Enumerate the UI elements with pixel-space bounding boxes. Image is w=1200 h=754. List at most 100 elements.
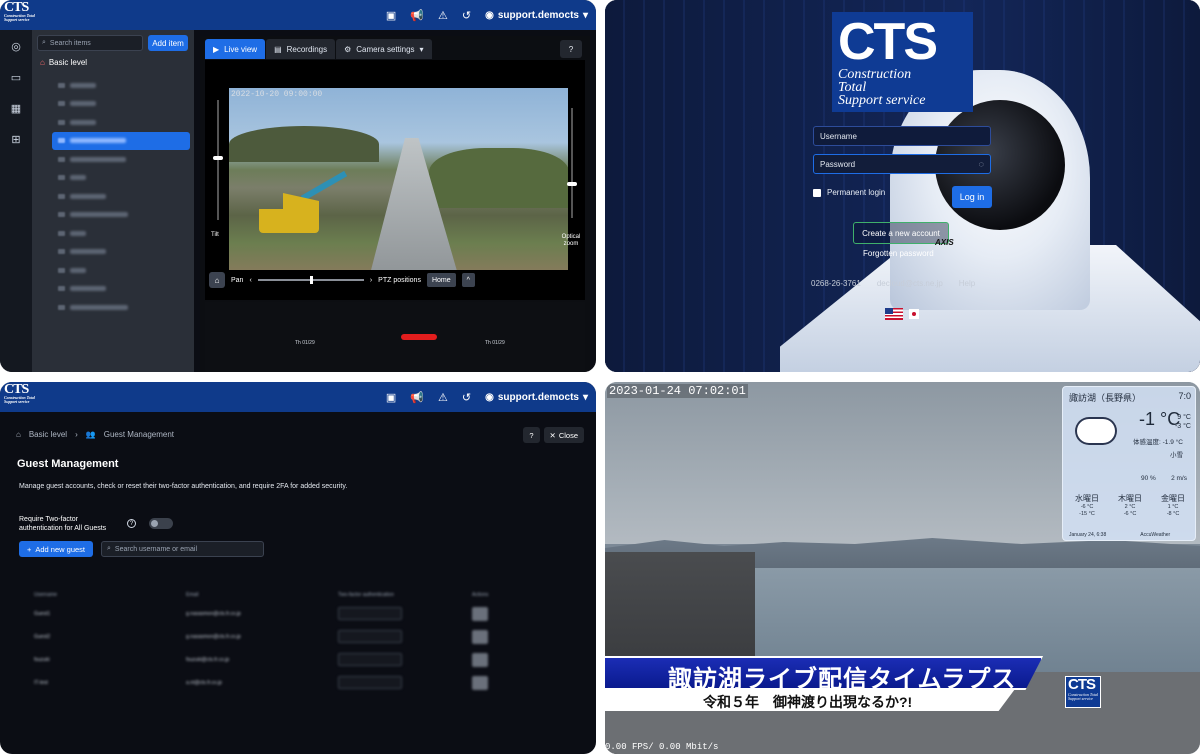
tree-item[interactable] [52, 76, 190, 95]
user-menu[interactable]: ◉ support.democts ▾ [485, 10, 588, 21]
history-icon[interactable]: ↺ [462, 391, 471, 404]
user-menu[interactable]: ◉ support.democts ▾ [485, 392, 588, 403]
home-icon: ⌂ [40, 58, 45, 67]
edit-button[interactable] [472, 675, 488, 690]
search-input[interactable]: ⌕ Search items [37, 35, 143, 51]
permanent-login[interactable]: Permanent login [813, 188, 885, 197]
timeline[interactable]: Th 01/29 Th 01/29 [205, 302, 585, 372]
chevron-right-icon[interactable]: › [370, 277, 372, 284]
tree-item[interactable] [52, 280, 190, 299]
tab-live-view[interactable]: ▶ Live view [205, 39, 266, 59]
tree-item[interactable] [52, 113, 190, 132]
breadcrumb: ⌂ Basic level › 👥 Guest Management [16, 430, 174, 439]
edit-button[interactable] [472, 606, 488, 621]
chevron-left-icon[interactable]: ‹ [249, 277, 251, 284]
user-icon: ◉ [485, 9, 494, 21]
pan-slider[interactable] [257, 276, 364, 284]
cts-logo: CTS Construction Total Support service [4, 383, 40, 410]
us-flag-icon[interactable] [885, 308, 903, 320]
help-button[interactable]: ? [523, 427, 540, 443]
video-timestamp: 2022-10-20 09:00:00 [231, 90, 323, 99]
tilt-handle[interactable] [213, 156, 223, 160]
nav-rail: ◎ ▭ ▦ ⊞ [0, 30, 32, 372]
forecast-day: 水曜日 -6 °C -15 °C [1075, 494, 1099, 517]
home-icon: ⌂ [16, 430, 21, 439]
gallery-icon[interactable]: ▦ [11, 102, 21, 115]
film-icon: ▤ [274, 44, 282, 54]
megaphone-icon[interactable]: 📢 [410, 9, 424, 22]
close-button[interactable]: ✕ Close [543, 427, 584, 443]
globe-icon[interactable]: ◎ [11, 40, 21, 53]
user-icon: ◉ [485, 391, 494, 403]
tree-item[interactable] [52, 224, 190, 243]
tilt-label: Tilt [211, 232, 219, 238]
video-timestamp: 2023-01-24 07:02:01 [607, 384, 748, 398]
edit-button[interactable] [472, 652, 488, 667]
pan-label: Pan [231, 276, 244, 284]
tree-root[interactable]: ⌂ Basic level [40, 58, 87, 67]
add-guest-button[interactable]: + Add new guest [19, 541, 93, 557]
help-icon[interactable]: ? [127, 519, 136, 528]
zoom-slider[interactable] [571, 108, 573, 218]
tree-item[interactable] [52, 206, 190, 225]
timeline-label: Th 01/29 [295, 340, 315, 346]
username-field[interactable]: Username [813, 126, 991, 146]
login-button[interactable]: Log in [952, 186, 992, 208]
email-link[interactable]: decloud@cts.ne.jp [877, 279, 943, 288]
help-link[interactable]: Help [959, 279, 975, 288]
tree-item[interactable] [52, 95, 190, 114]
add-item-button[interactable]: Add item [148, 35, 188, 51]
grid-icon[interactable]: ⊞ [11, 133, 20, 146]
permanent-login-checkbox[interactable] [813, 188, 821, 197]
tree-item-selected[interactable] [52, 131, 190, 150]
warning-icon[interactable]: ⚠ [438, 9, 448, 22]
ptz-controls: ⌂ Pan ‹ › PTZ positions Home ^ [209, 272, 583, 288]
chevron-up-icon[interactable]: ^ [461, 273, 475, 287]
tree-item[interactable] [52, 187, 190, 206]
item-tree: ⌕ Search items Add item ⌂ Basic level [32, 30, 194, 372]
zoom-handle[interactable] [567, 182, 577, 186]
tree-item[interactable] [52, 150, 190, 169]
breadcrumb-basic-level[interactable]: Basic level [29, 430, 67, 439]
tab-camera-settings[interactable]: ⚙ Camera settings ▾ [336, 39, 432, 59]
tab-recordings[interactable]: ▤ Recordings [266, 39, 336, 59]
help-button[interactable]: ? [560, 40, 582, 58]
password-field[interactable]: Password ◌ [813, 154, 991, 174]
require-2fa-toggle[interactable] [149, 518, 173, 529]
tree-item[interactable] [52, 169, 190, 188]
search-icon: ⌕ [107, 545, 111, 552]
history-icon[interactable]: ↺ [462, 9, 471, 22]
home-position-button[interactable]: Home [426, 273, 456, 287]
eye-off-icon[interactable]: ◌ [979, 159, 984, 169]
search-icon: ⌕ [42, 39, 46, 46]
cts-logo: CTS Construction Total Support service [832, 12, 973, 112]
home-button[interactable]: ⌂ [209, 272, 225, 288]
tree-item[interactable] [52, 298, 190, 317]
forgot-password-link[interactable]: Forgotten password [863, 249, 934, 258]
chevron-down-icon: ▾ [419, 44, 424, 54]
humidity: 90 % [1141, 475, 1156, 482]
condition: 小雪 [1170, 452, 1183, 459]
gallery-icon[interactable]: ▣ [386, 9, 396, 22]
warning-icon[interactable]: ⚠ [438, 391, 448, 404]
timeline-marker[interactable] [401, 334, 437, 340]
jp-flag-icon[interactable] [909, 309, 919, 319]
home-icon: ⌂ [214, 275, 220, 285]
table-row: IT-test a.nt@cts.fr.co.jp [34, 671, 504, 694]
tree-item[interactable] [52, 243, 190, 262]
contact-info: 0268-26-3761 decloud@cts.ne.jp Help [811, 279, 975, 288]
timeline-label: Th 01/29 [485, 340, 505, 346]
camera-icon[interactable]: ▭ [11, 71, 21, 84]
guest-table: Username Email Two-factor authentication Ac… [34, 592, 504, 694]
guest-search-input[interactable]: ⌕ Search username or email [101, 541, 264, 557]
plus-icon: + [26, 544, 32, 554]
tree-item[interactable] [52, 261, 190, 280]
subtitle: 令和５年 御神渡り出現なるか?! [703, 694, 913, 710]
gallery-icon[interactable]: ▣ [386, 391, 396, 404]
megaphone-icon[interactable]: 📢 [410, 391, 424, 404]
forecast: 水曜日 -6 °C -15 °C 木曜日 2 °C -6 °C 金曜日 1 °C -8 °C [1067, 493, 1193, 518]
tilt-slider[interactable] [217, 100, 219, 220]
help-icon: ? [529, 430, 534, 440]
edit-button[interactable] [472, 629, 488, 644]
cts-logo: CTS Construction Total Support service [1065, 676, 1101, 708]
